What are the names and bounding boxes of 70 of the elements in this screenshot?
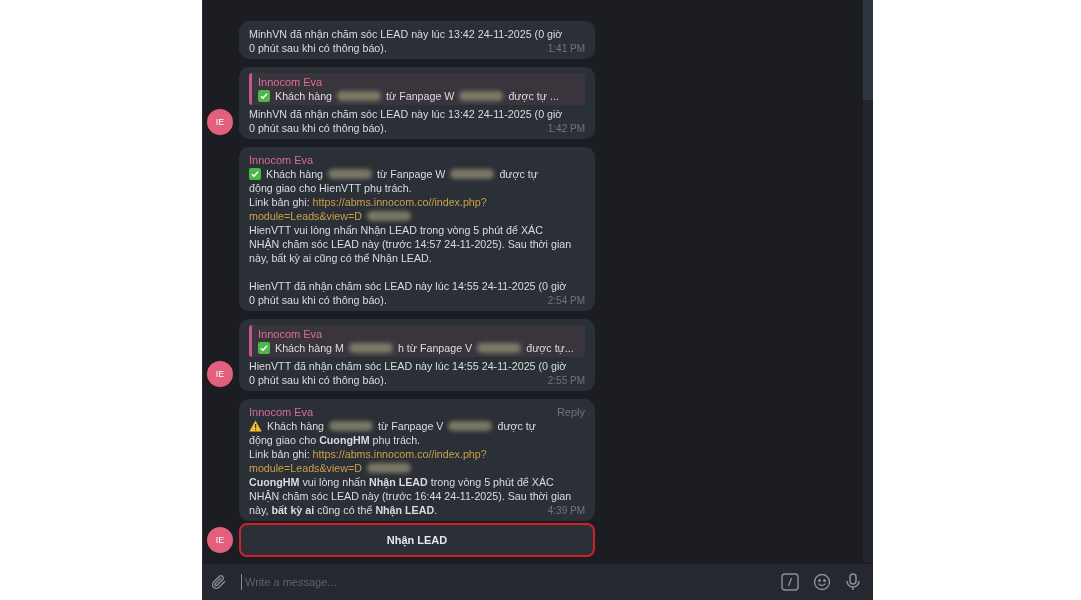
- paperclip-icon[interactable]: [211, 574, 227, 590]
- slash-command-icon[interactable]: [781, 573, 799, 591]
- message-text: Khách hàng M: [275, 341, 344, 355]
- accept-lead-button[interactable]: Nhận LEAD: [239, 523, 595, 557]
- message-time: 4:39 PM: [547, 505, 585, 517]
- check-mark-icon: [258, 90, 270, 102]
- redacted-blur: [328, 169, 373, 179]
- message-text: MinhVN đã nhận chăm sóc LEAD này lúc 13:42 24-11-2025 (0 giờ: [249, 107, 563, 121]
- smiley-icon[interactable]: [813, 573, 831, 591]
- message-text: Link bản ghi:: [249, 195, 310, 209]
- redacted-blur: [450, 169, 495, 179]
- check-mark-icon: [258, 342, 270, 354]
- message-text: từ Fanpage W: [386, 89, 455, 103]
- sender-name: Innocom Eva: [258, 75, 323, 89]
- redacted-blur: [366, 211, 411, 221]
- message-text: động giao cho HienVTT phụ trách.: [249, 181, 412, 195]
- check-mark-icon: [249, 168, 261, 180]
- message-text: MinhVN đã nhận chăm sóc LEAD này lúc 13:42 24-11-2025 (0 giờ: [249, 27, 563, 41]
- avatar[interactable]: IE: [207, 527, 233, 553]
- message-text: NHẬN chăm sóc LEAD này (trước 16:44 24-11-2025). Sau thời gian: [249, 489, 572, 503]
- record-link[interactable]: https://abms.innocom.co//index.php?: [312, 195, 487, 209]
- sender-name: Innocom Eva: [249, 154, 314, 166]
- message-text: HienVTT vui lòng nhấn Nhận LEAD trong vòng 5 phút để XÁC: [249, 223, 543, 237]
- message-text: h từ Fanpage V: [397, 341, 473, 355]
- redacted-blur: [477, 343, 522, 353]
- message-text: Khách hàng: [266, 167, 324, 181]
- quoted-message[interactable]: Innocom Eva Khách hàng M h từ Fanpage V được tự...: [249, 325, 585, 357]
- message-time: 1:42 PM: [547, 123, 585, 135]
- message-time: 1:41 PM: [547, 43, 585, 55]
- redacted-blur: [348, 343, 393, 353]
- message-text: từ Fanpage V: [378, 419, 444, 433]
- redacted-blur: [329, 421, 374, 431]
- message-text: 0 phút sau khi có thông báo).: [249, 121, 387, 135]
- redacted-blur: [448, 421, 493, 431]
- message-text: này, bất kỳ ai cũng có thể Nhận LEAD.: [249, 251, 432, 265]
- redacted-blur: [459, 91, 504, 101]
- message-text: 0 phút sau khi có thông báo).: [249, 293, 387, 307]
- message-composer[interactable]: Write a message...: [203, 563, 873, 600]
- message-text: NHẬN chăm sóc LEAD này (trước 14:57 24-11-2025). Sau thời gian: [249, 237, 572, 251]
- microphone-icon[interactable]: [845, 573, 861, 591]
- redacted-blur: [366, 463, 411, 473]
- reply-link[interactable]: Reply: [556, 405, 585, 419]
- redacted-blur: [337, 91, 382, 101]
- message-time: 2:55 PM: [547, 375, 585, 387]
- message-text: 0 phút sau khi có thông báo).: [249, 373, 387, 387]
- message-text: Khách hàng: [275, 89, 333, 103]
- message-text: được tự...: [526, 341, 574, 355]
- message-text: này, bất kỳ ai cũng có thể Nhận LEAD.: [249, 503, 438, 517]
- record-link[interactable]: https://abms.innocom.co//index.php?: [312, 447, 487, 461]
- scrollbar[interactable]: [863, 0, 873, 563]
- message-text: được tự ...: [508, 89, 559, 103]
- message-text: HienVTT đã nhận chăm sóc LEAD này lúc 14:55 24-11-2025 (0 giờ: [249, 359, 567, 373]
- message-text: từ Fanpage W: [377, 167, 446, 181]
- message-text: động giao cho CuongHM phụ trách.: [249, 433, 421, 447]
- sender-name: Innocom Eva: [249, 406, 314, 418]
- record-link[interactable]: module=Leads&view=D: [249, 461, 362, 475]
- message-time: 2:54 PM: [547, 295, 585, 307]
- message-text: HienVTT đã nhận chăm sóc LEAD này lúc 14:55 24-11-2025 (0 giờ: [249, 279, 567, 293]
- message-text: được tự: [497, 419, 536, 433]
- record-link[interactable]: module=Leads&view=D: [249, 209, 362, 223]
- quoted-message[interactable]: Innocom Eva Khách hàng từ Fanpage W được tự ...: [249, 73, 585, 105]
- avatar[interactable]: IE: [207, 361, 233, 387]
- message-text: CuongHM vui lòng nhấn Nhận LEAD trong vòng 5 phút để XÁC: [249, 475, 554, 489]
- avatar[interactable]: IE: [207, 109, 233, 135]
- warning-icon: [249, 420, 262, 432]
- sender-name: Innocom Eva: [258, 327, 323, 341]
- message-text: được tự: [499, 167, 538, 181]
- message-text: Khách hàng: [267, 419, 325, 433]
- message-text: 0 phút sau khi có thông báo).: [249, 41, 387, 55]
- message-text: Link bản ghi:: [249, 447, 310, 461]
